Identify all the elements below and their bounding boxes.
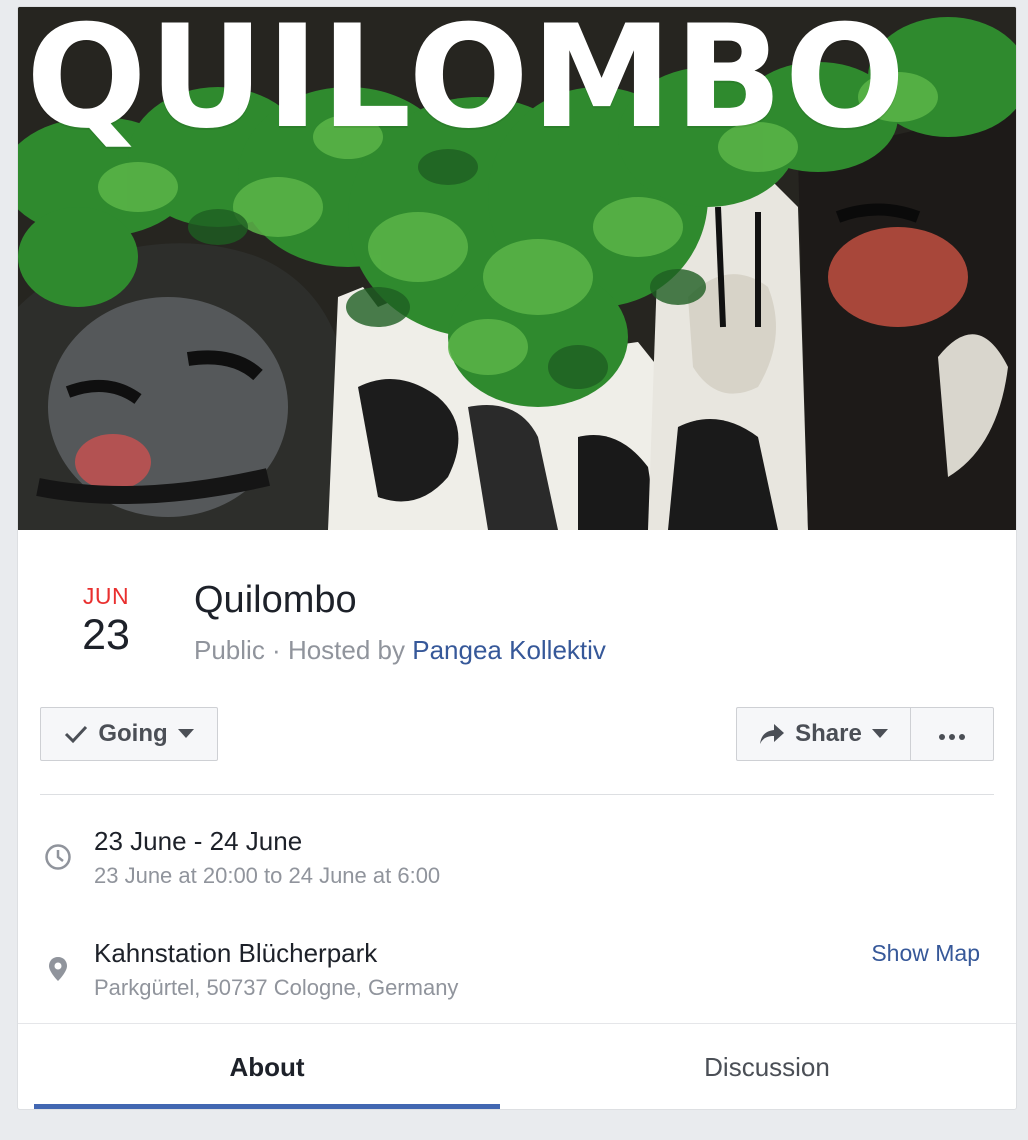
event-card: QUILOMBO JUN 23 Quilombo Public · Hosted… — [17, 6, 1017, 1110]
event-address: Parkgürtel, 50737 Cologne, Germany — [94, 975, 459, 1000]
event-date: JUN 23 — [58, 583, 154, 659]
event-meta: Public · Hosted by Pangea Kollektiv — [194, 634, 606, 666]
hosted-by-label: Hosted by — [287, 635, 413, 665]
share-button[interactable]: Share — [736, 707, 911, 761]
event-date-day: 23 — [82, 611, 130, 659]
clock-icon — [44, 843, 72, 871]
tab-about[interactable]: About — [34, 1051, 500, 1083]
ellipsis-icon — [938, 720, 966, 748]
tab-discussion[interactable]: Discussion — [534, 1051, 1000, 1083]
going-button[interactable]: Going — [40, 707, 218, 761]
share-button-label: Share — [795, 720, 862, 747]
checkmark-icon — [64, 724, 88, 744]
section-divider — [40, 794, 994, 795]
chevron-down-icon — [177, 729, 194, 739]
event-title: Quilombo — [194, 579, 357, 621]
host-link[interactable]: Pangea Kollektiv — [412, 635, 606, 665]
event-privacy: Public — [194, 635, 265, 665]
event-venue[interactable]: Kahnstation Blücherpark — [94, 937, 377, 969]
event-time-range[interactable]: 23 June - 24 June — [94, 825, 302, 857]
meta-separator: · — [264, 635, 288, 665]
active-tab-indicator — [34, 1104, 500, 1109]
share-arrow-icon — [759, 723, 785, 745]
cover-title-text: QUILOMBO — [26, 7, 908, 160]
show-map-link[interactable]: Show Map — [871, 938, 980, 968]
more-options-button[interactable] — [910, 707, 994, 761]
going-button-label: Going — [98, 720, 168, 747]
chevron-down-icon — [871, 729, 888, 739]
tabs-divider — [18, 1023, 1016, 1024]
cover-photo[interactable]: QUILOMBO — [18, 7, 1016, 530]
event-time-detail: 23 June at 20:00 to 24 June at 6:00 — [94, 863, 441, 888]
location-pin-icon — [44, 955, 72, 983]
event-date-month: JUN — [82, 583, 130, 609]
